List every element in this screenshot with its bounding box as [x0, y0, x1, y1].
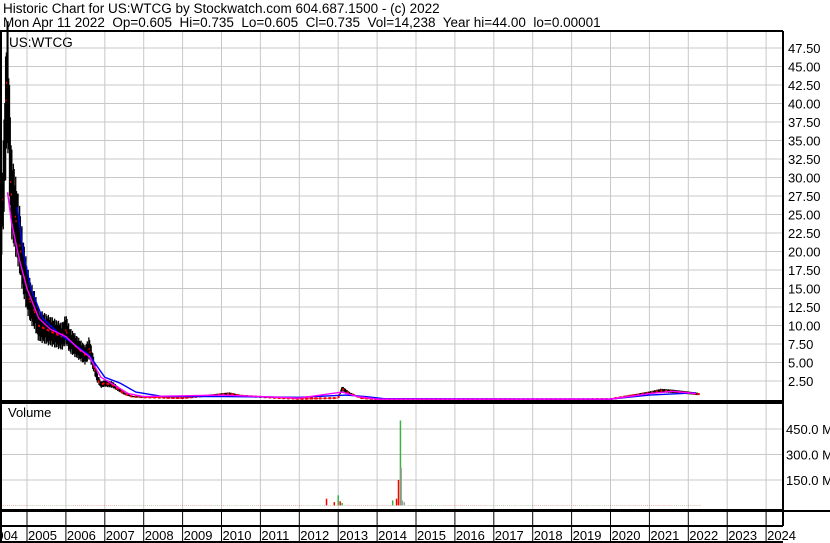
price-tick-label: 7.50: [788, 337, 813, 352]
moving-average-long: [16, 207, 697, 400]
year-label: 2005: [28, 528, 57, 543]
price-tick-label: 37.50: [788, 115, 821, 130]
price-tick-label: 25.00: [788, 208, 821, 223]
close-tick: [337, 396, 340, 399]
year-label: 2010: [223, 528, 252, 543]
chart-canvas: US:WTCG Volume 47.50 45.00 42.50 40.00 37.50…: [0, 21, 830, 543]
year-label: 2009: [184, 528, 213, 543]
year-label: 2014: [378, 528, 407, 543]
year-label: 2012: [300, 528, 329, 543]
volume-label: Volume: [8, 405, 51, 420]
year-label: 2015: [417, 528, 446, 543]
price-tick-label: 10.00: [788, 319, 821, 334]
year-label: 2016: [456, 528, 485, 543]
price-tick-label: 2.50: [788, 374, 813, 389]
stock-chart: Historic Chart for US:WTCG by Stockwatch…: [0, 0, 830, 543]
price-tick-label: 42.50: [788, 78, 821, 93]
price-tick-label: 30.00: [788, 171, 821, 186]
year-label: 2004: [0, 528, 18, 543]
year-label: 2017: [495, 528, 524, 543]
year-label: 2008: [145, 528, 174, 543]
year-label: 2020: [612, 528, 641, 543]
year-label: 2007: [106, 528, 135, 543]
price-tick-label: 40.00: [788, 97, 821, 112]
price-tick-label: 15.00: [788, 282, 821, 297]
year-label: 2013: [339, 528, 368, 543]
price-tick-label: 35.00: [788, 134, 821, 149]
axes: 47.50 45.00 42.50 40.00 37.50 35.00 32.50 30.00…: [0, 41, 830, 543]
price-tick-label: 45.00: [788, 60, 821, 75]
chart-frame: [0, 30, 830, 543]
close-tick: [697, 393, 700, 396]
year-label: 2019: [573, 528, 602, 543]
price-tick-label: 5.00: [788, 356, 813, 371]
year-label: 2006: [67, 528, 96, 543]
moving-average-short: [6, 192, 697, 400]
price-tick-label: 22.50: [788, 226, 821, 241]
volume-tick-label: 300.0 M: [786, 448, 830, 463]
gridlines: [0, 32, 783, 543]
price-marks: [0, 21, 700, 401]
price-tick-label: 20.00: [788, 245, 821, 260]
symbol-label: US:WTCG: [9, 35, 73, 50]
year-label: 2011: [261, 528, 289, 543]
volume-tick-label: 450.0 M: [786, 422, 830, 437]
year-label: 2022: [689, 528, 718, 543]
price-tick-label: 27.50: [788, 189, 821, 204]
price-tick-label: 47.50: [788, 41, 821, 56]
volume-tick-label: 150.0 M: [786, 473, 830, 488]
price-tick-label: 17.50: [788, 263, 821, 278]
price-tick-label: 12.50: [788, 300, 821, 315]
year-label: 2023: [728, 528, 757, 543]
year-label: 2018: [534, 528, 563, 543]
year-label: 2024: [767, 528, 796, 543]
price-tick-label: 32.50: [788, 152, 821, 167]
year-label: 2021: [650, 528, 679, 543]
